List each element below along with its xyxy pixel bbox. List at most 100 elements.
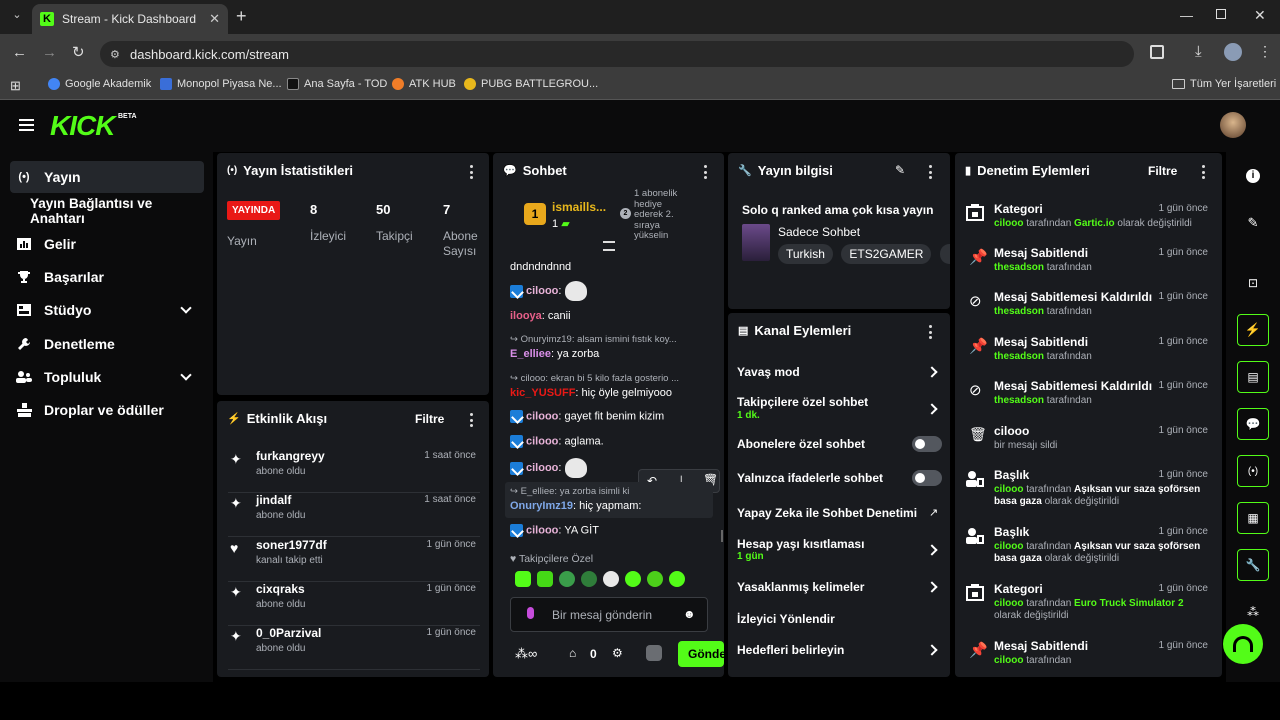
chat-username[interactable]: cilooo: [526, 462, 558, 474]
sparkle-icon: ✦: [230, 584, 242, 600]
rewards-icon[interactable]: [646, 645, 662, 661]
emote-icon[interactable]: [603, 571, 619, 587]
sidebar-item-denetleme[interactable]: Denetleme: [10, 328, 204, 360]
slow-mode-row[interactable]: Yavaş mod: [737, 365, 800, 379]
sidebar-item-basarilar[interactable]: Başarılar: [10, 261, 204, 293]
close-window-button[interactable]: ✕: [1254, 7, 1266, 24]
download-icon[interactable]: ⤓: [1195, 43, 1202, 60]
info-icon[interactable]: i: [1237, 160, 1269, 192]
external-link-icon[interactable]: ↗: [929, 506, 938, 519]
emote-icon[interactable]: [559, 571, 575, 587]
sidebar-item-topluluk[interactable]: Topluluk: [10, 361, 204, 393]
close-tab-icon[interactable]: ✕: [209, 11, 220, 27]
all-bookmarks[interactable]: Tüm Yer İşaretleri: [1172, 78, 1276, 90]
collapse-leaderboard-icon[interactable]: [603, 241, 615, 251]
subs-chat-toggle[interactable]: [912, 436, 942, 452]
user-avatar[interactable]: [1220, 112, 1246, 138]
emote-bar: [515, 571, 685, 587]
chat-input[interactable]: Bir mesaj gönderin ☻: [510, 597, 708, 632]
tab-list-button[interactable]: ⌄: [8, 8, 26, 26]
account-age-row[interactable]: Hesap yaşı kısıtlaması: [737, 537, 864, 551]
profile-avatar-icon[interactable]: [1224, 43, 1242, 61]
minimize-button[interactable]: —: [1180, 8, 1193, 23]
bookmark-pubg[interactable]: PUBG BATTLEGROU...: [464, 78, 598, 90]
apps-icon[interactable]: ⊞: [10, 78, 21, 94]
goals-row[interactable]: Hedefleri belirleyin: [737, 643, 844, 657]
tag[interactable]: Turkish: [778, 244, 833, 264]
chat-username[interactable]: cilooo: [526, 410, 558, 422]
more-options-icon[interactable]: [469, 413, 473, 427]
chat-icon[interactable]: 💬: [1237, 408, 1269, 440]
chat-username[interactable]: cilooo: [526, 285, 558, 297]
emote-chat-toggle[interactable]: [912, 470, 942, 486]
emote-icon[interactable]: [581, 571, 597, 587]
filter-button[interactable]: Filtre: [415, 412, 444, 426]
emote-icon[interactable]: [537, 571, 553, 587]
wrench-icon[interactable]: 🔧: [1237, 549, 1269, 581]
maximize-button[interactable]: [1216, 9, 1226, 19]
bookmark-google-akademik[interactable]: Google Akademik: [48, 78, 151, 90]
more-options-icon[interactable]: [469, 165, 473, 179]
emote-icon[interactable]: [625, 571, 641, 587]
send-button[interactable]: Gönde: [678, 641, 724, 667]
redirect-row[interactable]: İzleyici Yönlendir: [737, 612, 835, 626]
tag[interactable]: ETS2GAMER: [841, 244, 932, 264]
chat-username[interactable]: cilooo: [526, 435, 558, 447]
edit-icon[interactable]: ✎: [1237, 207, 1269, 239]
extensions-icon[interactable]: [1150, 45, 1164, 59]
sidebar-item-droplar[interactable]: Droplar ve ödüller: [10, 394, 204, 426]
chat-username[interactable]: ilooya: [510, 310, 542, 322]
studio-icon[interactable]: ▦: [1237, 502, 1269, 534]
ai-moderation-row[interactable]: Yapay Zeka ile Sohbet Denetimi: [737, 506, 917, 520]
subs-chat-row[interactable]: Abonelere özel sohbet: [737, 437, 865, 451]
chat-scrollbar[interactable]: [721, 530, 723, 542]
store-icon[interactable]: ⌂: [569, 646, 576, 660]
chat-username[interactable]: cilooo: [526, 524, 558, 536]
bookmark-monopol[interactable]: Monopol Piyasa Ne...: [160, 78, 282, 90]
sidebar-item-studyo[interactable]: Stüdyo: [10, 294, 204, 326]
emote-icon[interactable]: [669, 571, 685, 587]
broadcast-icon[interactable]: (•): [1237, 455, 1269, 487]
browser-tab[interactable]: K Stream - Kick Dashboard ✕: [32, 4, 228, 34]
screenshot-icon[interactable]: ⊡: [1237, 267, 1269, 299]
forward-icon[interactable]: →: [42, 44, 57, 61]
hamburger-menu-icon[interactable]: [19, 119, 34, 131]
panel-title: Denetim Eylemleri: [977, 163, 1090, 178]
emote-icon[interactable]: [515, 571, 531, 587]
support-chat-button[interactable]: [1223, 624, 1263, 664]
address-bar[interactable]: ⚙ dashboard.kick.com/stream: [100, 41, 1134, 67]
emote-icon[interactable]: [647, 571, 663, 587]
filter-button[interactable]: Filtre: [1148, 164, 1177, 178]
bookmark-tod[interactable]: Ana Sayfa - TOD: [287, 78, 387, 90]
browser-menu-icon[interactable]: ⋮: [1258, 43, 1272, 60]
chat-settings-icon[interactable]: ⚙: [612, 646, 623, 660]
sidebar-item-gelir[interactable]: Gelir: [10, 228, 204, 260]
chat-username[interactable]: OnuryImz19: [510, 500, 573, 512]
category-name[interactable]: Sadece Sohbet: [778, 225, 860, 239]
microphone-icon[interactable]: [527, 607, 534, 619]
bookmark-atk-hub[interactable]: ATK HUB: [392, 78, 456, 90]
sidebar-item-yayin[interactable]: (•) Yayın: [10, 161, 204, 193]
chat-username[interactable]: E_elliee: [510, 348, 551, 360]
chat-username[interactable]: kic_YUSUFF: [510, 387, 575, 399]
reload-icon[interactable]: ↻: [72, 43, 85, 61]
more-options-icon[interactable]: [1201, 165, 1205, 179]
gifter-name[interactable]: ismaills...: [552, 200, 606, 214]
site-info-icon[interactable]: ⚙: [110, 48, 120, 61]
back-icon[interactable]: ←: [12, 44, 27, 61]
notes-icon[interactable]: ▤: [1237, 361, 1269, 393]
tag-overflow[interactable]: [939, 244, 950, 264]
quick-action-icon[interactable]: ⚡: [1237, 314, 1269, 346]
emoji-icon[interactable]: ☻: [683, 607, 696, 621]
more-options-icon[interactable]: [703, 165, 707, 179]
new-tab-button[interactable]: +: [236, 6, 247, 27]
edit-icon[interactable]: ✎: [895, 163, 905, 177]
banned-words-row[interactable]: Yasaklanmış kelimeler: [737, 580, 864, 594]
emote-chat-row[interactable]: Yalnızca ifadelerle sohbet: [737, 471, 883, 485]
points-icon[interactable]: ⁂∞: [515, 646, 537, 662]
sidebar-item-stream-key[interactable]: Yayın Bağlantısı ve Anahtarı: [10, 195, 204, 227]
more-options-icon[interactable]: [928, 165, 932, 179]
kick-logo[interactable]: KICK: [50, 110, 115, 142]
more-options-icon[interactable]: [928, 325, 932, 339]
followers-chat-row[interactable]: Takipçilere özel sohbet: [737, 395, 868, 409]
